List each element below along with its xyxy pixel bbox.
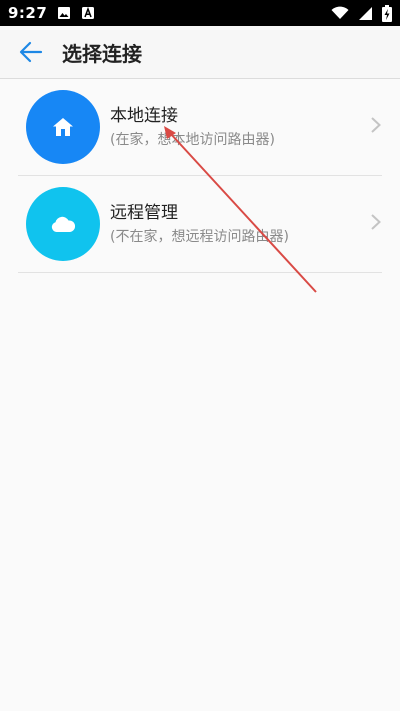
home-icon [52, 117, 74, 137]
back-button[interactable] [9, 30, 53, 74]
wifi-icon [331, 6, 349, 20]
signal-icon [358, 6, 373, 21]
status-bar: 9:27 [0, 0, 400, 26]
local-connection-title: 本地连接 [110, 106, 178, 126]
a-notification-icon [81, 6, 95, 20]
local-connection-subtitle: (在家，想本地访问路由器) [110, 132, 275, 148]
status-time: 9:27 [8, 4, 48, 22]
connection-option-list: 本地连接 (在家，想本地访问路由器) 远程管理 (不在家，想远程访问路由器) [0, 79, 400, 273]
chevron-right-icon [370, 213, 382, 235]
remote-management-subtitle: (不在家，想远程访问路由器) [110, 229, 289, 245]
arrow-left-icon [19, 41, 43, 63]
chevron-right-icon [370, 116, 382, 138]
local-connection-icon-circle [26, 90, 100, 164]
page-title: 选择连接 [62, 41, 142, 66]
remote-management-icon-circle [26, 187, 100, 261]
local-connection-option[interactable]: 本地连接 (在家，想本地访问路由器) [18, 79, 382, 176]
remote-management-option[interactable]: 远程管理 (不在家，想远程访问路由器) [18, 176, 382, 273]
image-icon [57, 6, 71, 20]
app-bar: 选择连接 [0, 26, 400, 79]
cloud-icon [50, 215, 76, 233]
battery-charging-icon [382, 4, 392, 22]
remote-management-title: 远程管理 [110, 203, 178, 223]
